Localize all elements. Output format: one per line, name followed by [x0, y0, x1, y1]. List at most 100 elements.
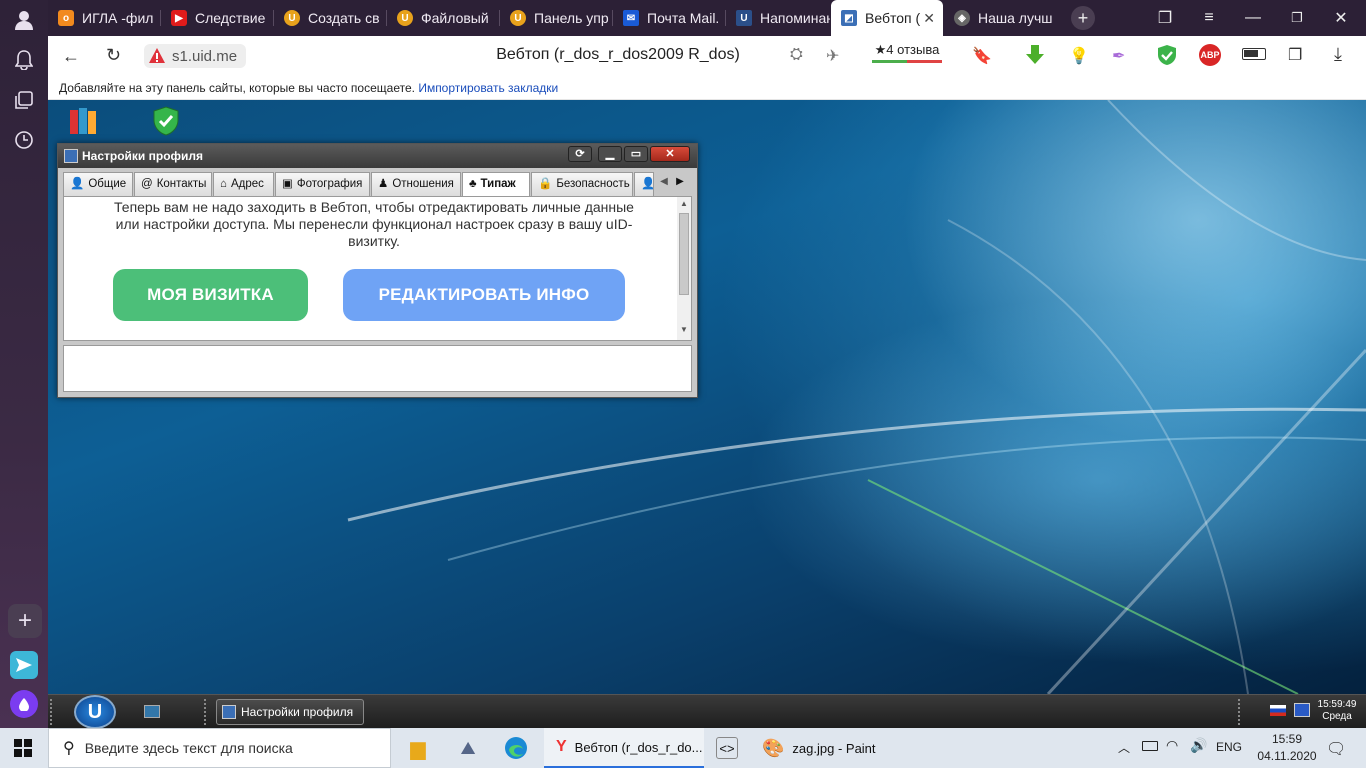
battery-icon[interactable]	[1142, 741, 1158, 751]
tab-general[interactable]: 👤 Общие	[63, 172, 133, 196]
edge-icon[interactable]	[502, 728, 530, 768]
scrollbar[interactable]: ▲ ▼	[677, 197, 691, 340]
feather-icon[interactable]: ✒	[1112, 46, 1125, 66]
reload-icon[interactable]: ↻	[106, 45, 121, 66]
security-desktop-icon[interactable]	[152, 106, 180, 136]
photos-icon[interactable]: ⛰	[454, 728, 482, 768]
ok-icon: о	[58, 10, 74, 26]
warning-icon	[148, 47, 166, 65]
profile-icon[interactable]	[12, 8, 36, 32]
file-explorer-icon[interactable]: ▆	[404, 728, 432, 768]
close-icon[interactable]: ✕	[1329, 6, 1353, 30]
new-tab-icon[interactable]: +	[1071, 6, 1095, 30]
reviews-badge[interactable]: ★4 отзыва	[872, 42, 942, 63]
language-indicator[interactable]: ENG	[1216, 740, 1242, 754]
scroll-up-icon[interactable]: ▲	[680, 199, 688, 208]
reader-icon[interactable]: ✈	[826, 46, 839, 66]
tab-sozdat[interactable]: U Создать св	[274, 0, 386, 36]
clock-date: 04.11.2020	[1257, 749, 1317, 763]
my-card-button[interactable]: МОЯ ВИЗИТКА	[113, 269, 308, 321]
messenger-icon[interactable]	[10, 651, 38, 679]
history-icon[interactable]	[12, 128, 36, 152]
translate-icon[interactable]: ⛭	[790, 46, 803, 64]
mail-icon: ✉	[623, 10, 639, 26]
edit-info-button[interactable]: РЕДАКТИРОВАТЬ ИНФО	[343, 269, 625, 321]
tab-label: Общие	[88, 178, 127, 190]
monitor-icon[interactable]	[1294, 703, 1310, 717]
adblock-icon[interactable]: ABP	[1199, 44, 1221, 66]
tab-security[interactable]: 🔒 Безопасность	[531, 172, 633, 196]
show-desktop-icon[interactable]	[144, 705, 160, 718]
tab-photo[interactable]: ▣ Фотография	[275, 172, 370, 196]
tab-label: Панель упр	[534, 10, 609, 26]
tab-napominan[interactable]: U Напоминан	[726, 0, 830, 36]
extensions-icon[interactable]: ❐	[1288, 45, 1302, 65]
settings-tabs: 👤 Общие @ Контакты ⌂ Адрес ▣ Фотография ♟ Отн…	[63, 172, 691, 197]
minimize-icon[interactable]: —	[1241, 6, 1265, 30]
downloads-icon[interactable]: ⤓	[1334, 44, 1342, 65]
tab-more[interactable]: 👤	[634, 172, 654, 196]
import-bookmarks-link[interactable]: Импортировать закладки	[418, 81, 558, 95]
tab-sledstvie[interactable]: ▶ Следствие	[161, 0, 273, 36]
scroll-thumb[interactable]	[679, 213, 689, 295]
taskbar-task-profile[interactable]: Настройки профиля	[216, 699, 364, 725]
bulb-icon[interactable]: 💡	[1069, 46, 1089, 66]
menu-icon[interactable]: ≡	[1197, 6, 1221, 30]
maximize-icon[interactable]: ▭	[624, 146, 648, 162]
start-u-icon[interactable]: U	[74, 695, 116, 729]
shield-check-icon[interactable]	[1156, 44, 1178, 66]
url-field[interactable]: s1.uid.me	[144, 44, 246, 68]
tab-faily[interactable]: U Файловый	[387, 0, 499, 36]
windows-search-box[interactable]: ⚲ Введите здесь текст для поиска	[48, 728, 391, 768]
tabs-prev-icon[interactable]: ◀	[657, 176, 671, 192]
download-arrow-icon[interactable]	[1024, 44, 1046, 66]
grip	[1238, 699, 1242, 725]
volume-icon[interactable]: 🔊	[1190, 737, 1207, 754]
tab-igla[interactable]: о ИГЛА -фил	[48, 0, 160, 36]
scroll-down-icon[interactable]: ▼	[680, 325, 688, 334]
wifi-icon[interactable]: ◠	[1166, 737, 1178, 754]
alice-icon[interactable]	[10, 690, 38, 718]
bookmarks-hint: Добавляйте на эту панель сайты, которые …	[59, 81, 415, 95]
close-icon[interactable]: ✕	[650, 146, 690, 162]
minimize-icon[interactable]: ▁	[598, 146, 622, 162]
chevron-up-icon[interactable]: ︿	[1118, 739, 1130, 756]
tab-address[interactable]: ⌂ Адрес	[213, 172, 274, 196]
uid-icon: U	[510, 10, 526, 26]
tab-label: Наша лучш	[978, 10, 1053, 26]
tab-panel[interactable]: U Панель упр	[500, 0, 612, 36]
code-editor-icon[interactable]: <>	[716, 737, 738, 759]
grip	[50, 699, 54, 725]
refresh-icon[interactable]: ⟳	[568, 146, 592, 162]
tab-mail[interactable]: ✉ Почта Mail.	[613, 0, 725, 36]
notifications-icon[interactable]	[12, 48, 36, 72]
taskbar-yandex-browser[interactable]: Y Вебтоп (r_dos_r_do...	[544, 728, 704, 768]
collections-icon[interactable]	[12, 88, 36, 112]
ru-flag-icon[interactable]	[1270, 705, 1286, 716]
tab-label: Файловый	[421, 10, 489, 26]
tabs-switch-icon[interactable]: ❐	[1153, 6, 1177, 30]
tab-relations[interactable]: ♟ Отношения	[371, 172, 461, 196]
taskbar-paint[interactable]: 🎨 zag.jpg - Paint	[752, 728, 916, 768]
tab-contacts[interactable]: @ Контакты	[134, 172, 212, 196]
add-panel-icon[interactable]: +	[8, 604, 42, 638]
windows-start-icon[interactable]	[14, 739, 32, 757]
tab-nasha[interactable]: ◈ Наша лучш	[944, 0, 1056, 36]
webtop-icon	[64, 149, 78, 163]
tab-type[interactable]: ♣ Типаж	[462, 172, 530, 197]
windows-clock[interactable]: 15:59 04.11.2020	[1252, 731, 1322, 765]
restore-icon[interactable]: ❐	[1285, 6, 1309, 30]
action-center-icon[interactable]: 🗨	[1326, 739, 1346, 759]
shield-icon: ◈	[954, 10, 970, 26]
url-text: s1.uid.me	[172, 47, 238, 65]
close-tab-icon[interactable]: ✕	[923, 10, 935, 27]
battery-icon[interactable]	[1242, 48, 1266, 60]
bookmark-icon[interactable]: 🔖	[972, 46, 992, 66]
tabs-next-icon[interactable]: ▶	[673, 176, 687, 192]
back-icon[interactable]: ←	[62, 46, 80, 67]
window-titlebar[interactable]: Настройки профиля ⟳ ▁ ▭ ✕	[58, 144, 697, 168]
house-icon: ⌂	[220, 178, 227, 190]
files-desktop-icon[interactable]	[68, 106, 102, 136]
tab-webtop[interactable]: ◩ Вебтоп ( ✕	[831, 0, 943, 36]
tab-label: Безопасность	[556, 178, 630, 190]
